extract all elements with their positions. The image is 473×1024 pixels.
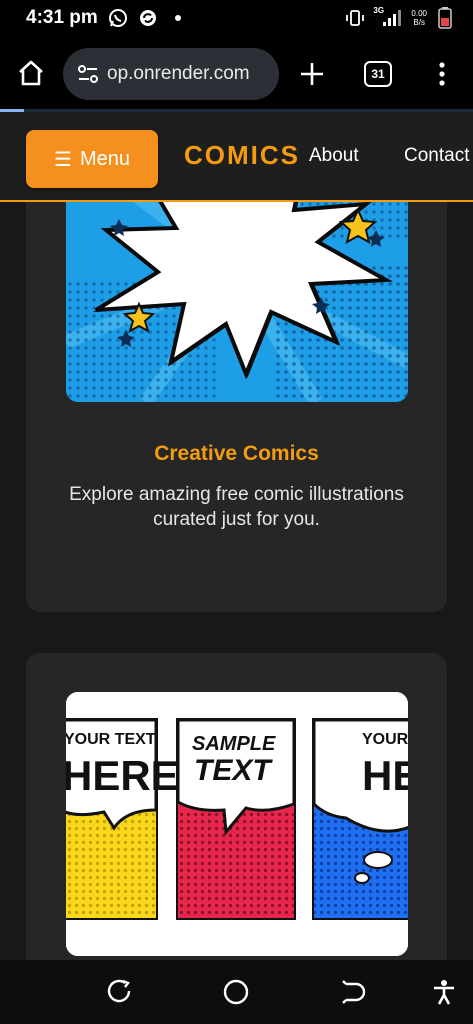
vibrate-icon bbox=[345, 8, 365, 28]
panel-2-line-1: SAMPLE bbox=[192, 733, 276, 755]
new-tab-icon[interactable] bbox=[298, 60, 326, 88]
panel-3-line-2: HER bbox=[362, 752, 408, 799]
whatsapp-icon bbox=[108, 8, 128, 28]
menu-label: Menu bbox=[79, 147, 130, 170]
site-settings-icon[interactable] bbox=[77, 63, 99, 85]
status-time: 4:31 pm bbox=[26, 7, 98, 28]
phone-screen: 4:31 pm 3G 0.00 B/s op.onrender.com 31 C… bbox=[0, 0, 473, 1024]
network-type: 3G bbox=[373, 6, 385, 15]
network-speed-value: 0.00 bbox=[411, 9, 427, 18]
tab-count: 31 bbox=[371, 67, 385, 81]
network-speed: 0.00 B/s bbox=[411, 9, 427, 27]
more-options-icon[interactable] bbox=[430, 60, 454, 88]
recents-icon[interactable] bbox=[105, 978, 133, 1006]
home-circle-icon[interactable] bbox=[222, 978, 250, 1006]
panel-2-line-2: TEXT bbox=[194, 754, 273, 787]
system-navigation-bar bbox=[0, 960, 473, 1024]
home-icon[interactable] bbox=[16, 58, 46, 88]
panel-1-line-1: YOUR TEXT bbox=[66, 731, 156, 748]
nav-link-about[interactable]: About bbox=[309, 145, 359, 167]
hamburger-icon: ☰ bbox=[54, 148, 72, 171]
url-text[interactable]: op.onrender.com bbox=[107, 63, 250, 85]
card-title[interactable]: Creative Comics bbox=[26, 442, 447, 466]
site-header: ☰ Menu COMICS About Contact bbox=[0, 112, 473, 202]
tab-switcher-button[interactable]: 31 bbox=[364, 61, 392, 87]
dot-icon bbox=[168, 8, 188, 28]
accessibility-icon[interactable] bbox=[430, 978, 458, 1006]
card-description: Explore amazing free comic illustrations… bbox=[69, 484, 404, 530]
comic-card[interactable]: YOUR TEXT HERE SAMPLE TEXT YOUR TE HER bbox=[26, 653, 447, 960]
menu-button[interactable]: ☰ Menu bbox=[26, 130, 158, 188]
browser-toolbar: op.onrender.com 31 bbox=[0, 36, 473, 110]
address-bar[interactable]: op.onrender.com bbox=[63, 48, 279, 100]
panel-3-line-1: YOUR TE bbox=[362, 731, 408, 748]
status-bar: 4:31 pm 3G 0.00 B/s bbox=[0, 0, 473, 36]
sync-icon bbox=[138, 8, 158, 28]
comic-speech-bubbles-illustration[interactable]: YOUR TEXT HERE SAMPLE TEXT YOUR TE HER bbox=[66, 692, 408, 956]
panel-1-line-2: HERE bbox=[66, 752, 179, 799]
page-content[interactable]: Creative Comics Explore amazing free com… bbox=[0, 112, 473, 960]
back-icon[interactable] bbox=[340, 978, 368, 1006]
network-speed-unit: B/s bbox=[413, 18, 425, 27]
signal-icon: 3G bbox=[373, 6, 403, 28]
battery-icon bbox=[435, 7, 455, 29]
site-brand[interactable]: COMICS bbox=[184, 140, 300, 171]
nav-link-contact[interactable]: Contact bbox=[404, 145, 469, 167]
